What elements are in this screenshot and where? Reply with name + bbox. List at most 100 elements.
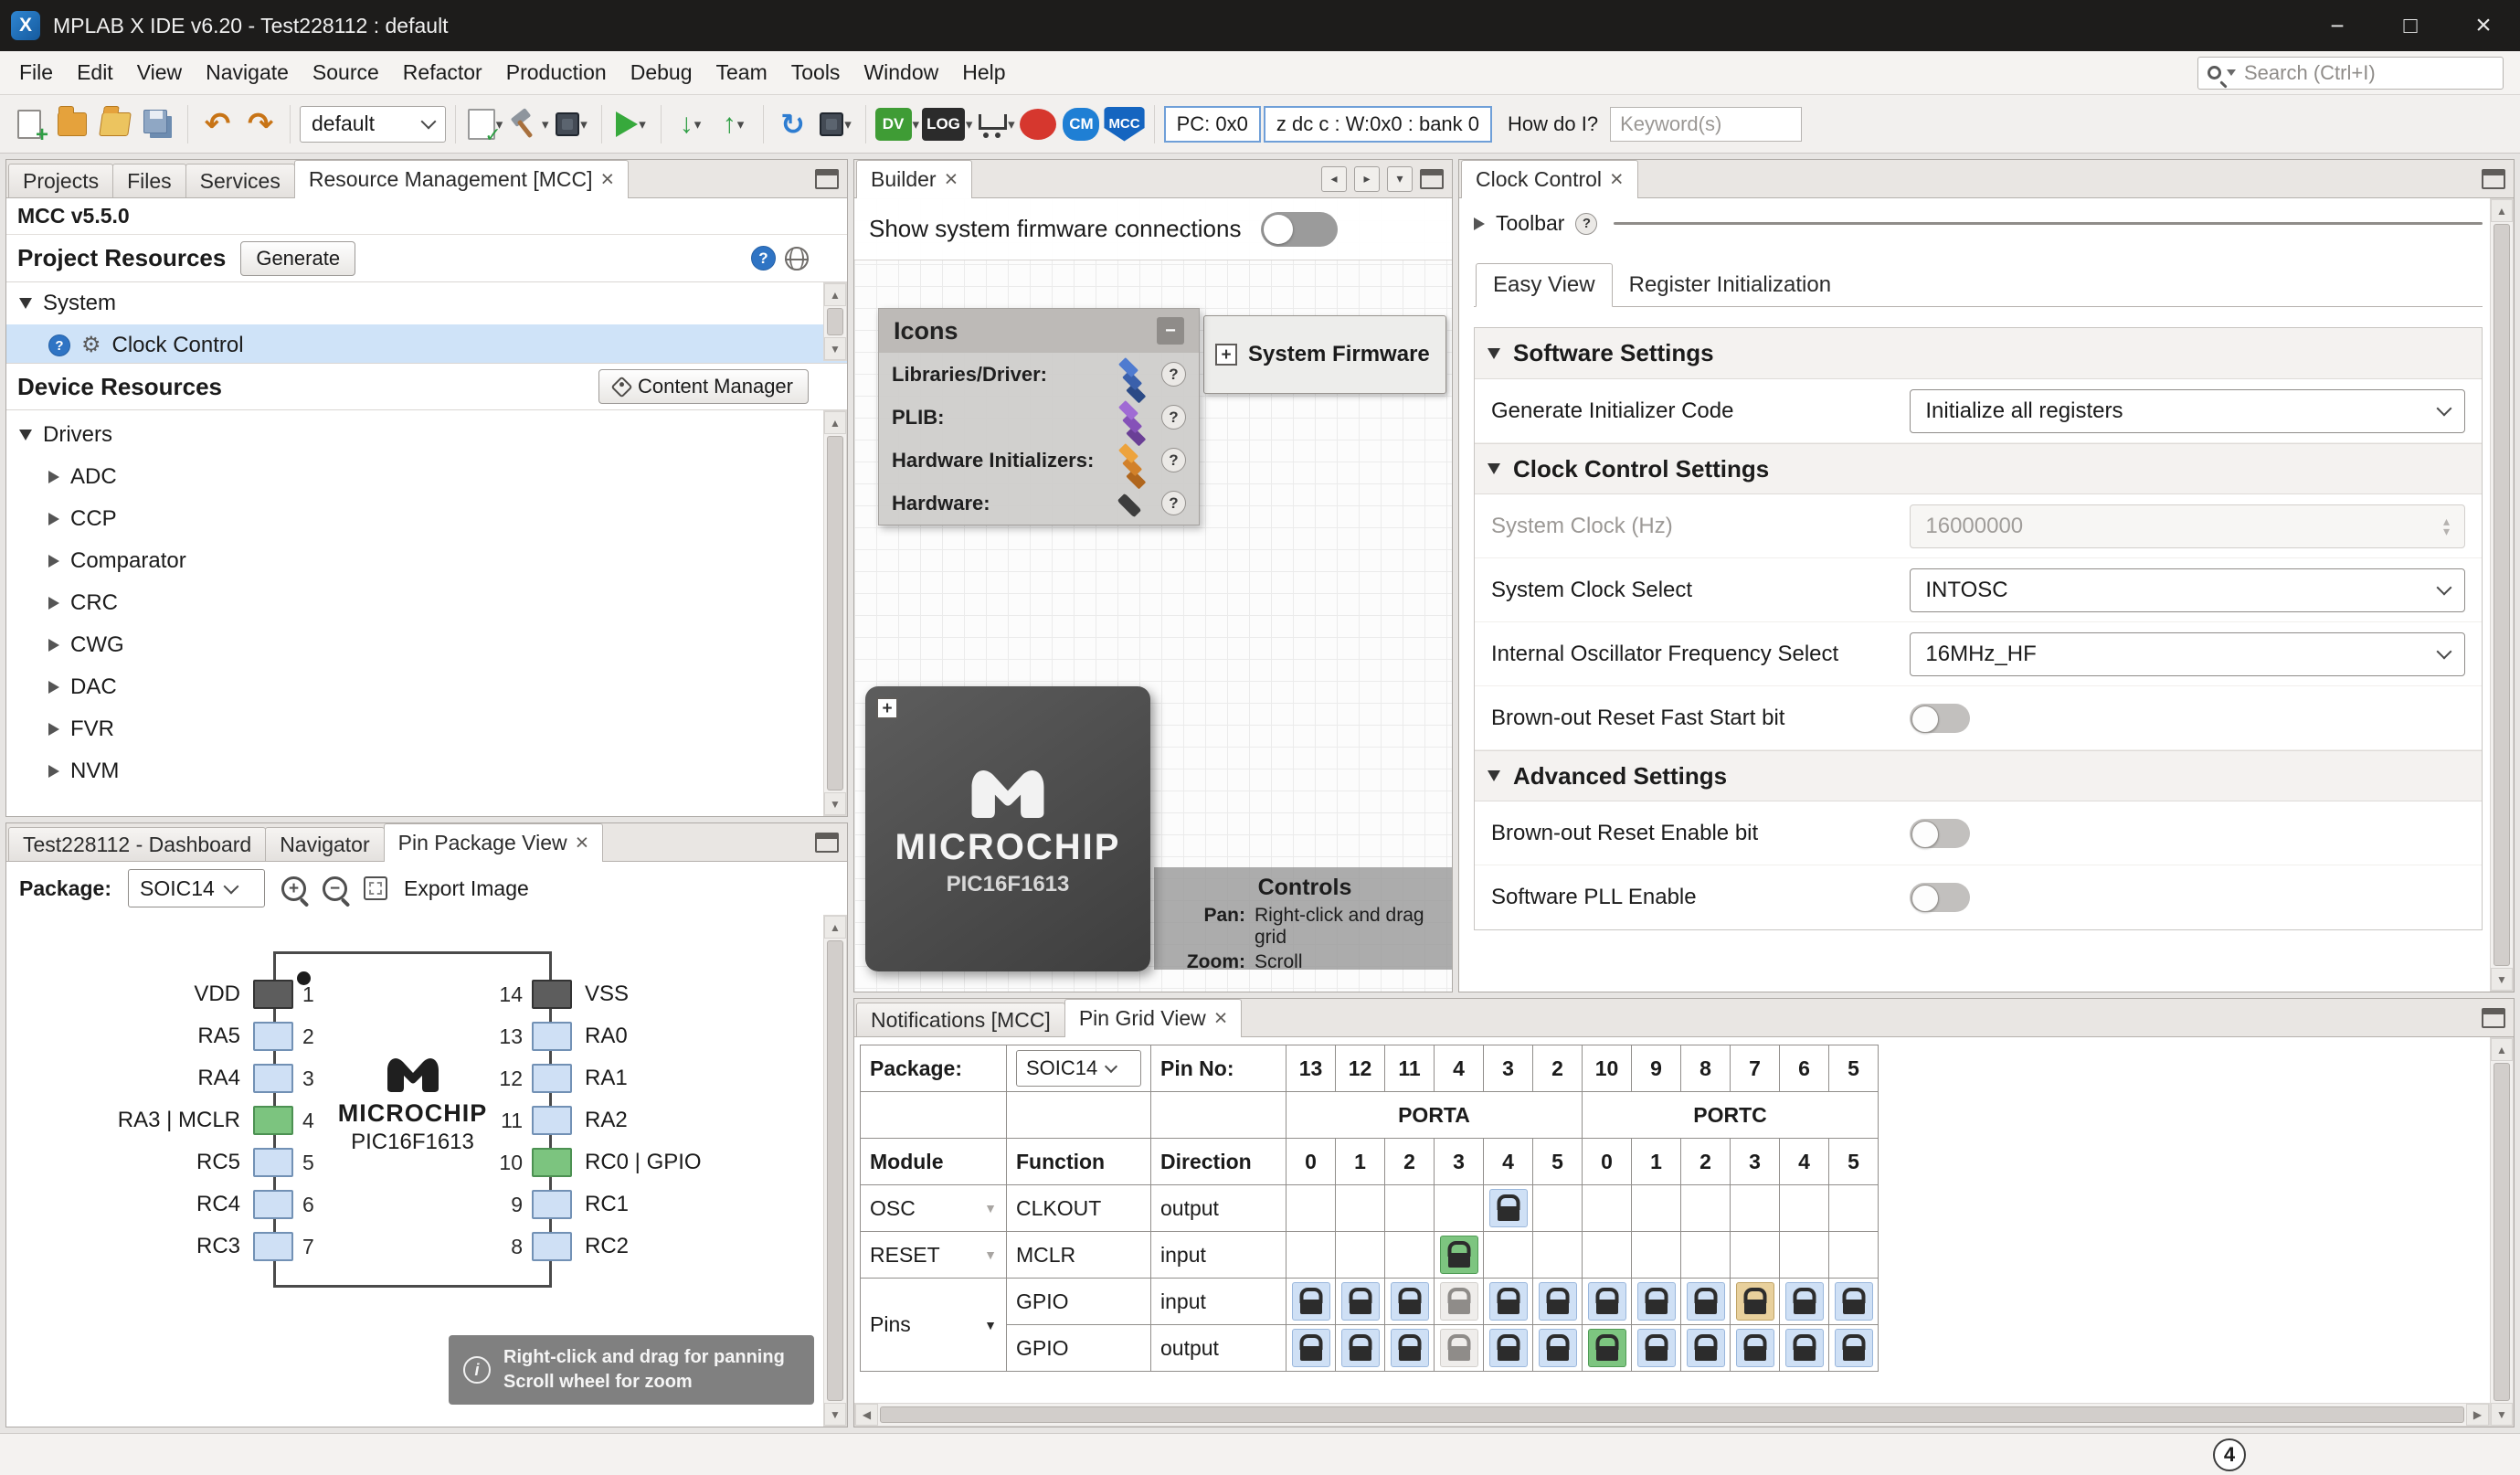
package-scrollbar[interactable]	[823, 915, 847, 1427]
lock-blue-icon[interactable]	[1785, 1282, 1824, 1321]
pin-allocation-cell[interactable]	[1780, 1279, 1829, 1325]
logic-analyzer-button[interactable]: LOG	[922, 104, 972, 144]
menu-file[interactable]: File	[7, 56, 65, 90]
lock-blue-icon[interactable]	[1391, 1329, 1429, 1367]
mplab-store-button[interactable]	[975, 104, 1015, 144]
tab-projects[interactable]: Projects	[8, 164, 113, 197]
content-manager-button[interactable]: Content Manager	[598, 369, 809, 404]
system-clock-select[interactable]: INTOSC	[1910, 568, 2465, 612]
package-pin-5[interactable]	[253, 1148, 293, 1177]
pin-allocation-cell[interactable]	[1681, 1325, 1731, 1372]
menu-team[interactable]: Team	[704, 56, 778, 90]
collapsed-icon[interactable]	[1474, 218, 1485, 230]
redo-button[interactable]	[240, 104, 281, 144]
package-pin-7[interactable]	[253, 1232, 293, 1261]
pin-allocation-cell[interactable]	[1533, 1279, 1583, 1325]
lock-blue-icon[interactable]	[1292, 1282, 1330, 1321]
chevron-down-icon[interactable]	[984, 1248, 997, 1261]
pin-allocation-cell[interactable]	[1385, 1279, 1435, 1325]
generate-button[interactable]: Generate	[240, 241, 355, 276]
float-window-icon[interactable]	[815, 169, 839, 189]
package-pin-12[interactable]	[532, 1064, 572, 1093]
pin-allocation-cell[interactable]	[1286, 1279, 1336, 1325]
section-software-settings[interactable]: Software Settings	[1475, 328, 2482, 379]
scroll-left-icon[interactable]	[855, 1404, 878, 1426]
scroll-up-icon[interactable]	[2491, 199, 2513, 222]
minimize-button[interactable]	[2301, 0, 2374, 51]
package-pin-6[interactable]	[253, 1190, 293, 1219]
scroll-thumb[interactable]	[880, 1406, 2464, 1423]
pin-allocation-cell[interactable]	[1435, 1279, 1484, 1325]
pin-allocation-cell[interactable]	[1435, 1232, 1484, 1279]
pin-allocation-cell[interactable]	[1336, 1325, 1385, 1372]
close-tab-icon[interactable]	[600, 167, 614, 192]
section-clock-control-settings[interactable]: Clock Control Settings	[1475, 443, 2482, 494]
help-icon[interactable]	[751, 246, 776, 271]
menu-navigate[interactable]: Navigate	[194, 56, 301, 90]
scroll-thumb[interactable]	[827, 308, 843, 335]
internal-oscillator-select[interactable]: 16MHz_HF	[1910, 632, 2465, 676]
read-device-memory-button[interactable]	[816, 104, 856, 144]
lock-blue-icon[interactable]	[1489, 1329, 1528, 1367]
scroll-up-icon[interactable]	[824, 916, 846, 939]
tree-node-dac[interactable]: DAC	[6, 666, 847, 708]
export-image-button[interactable]: Export Image	[404, 876, 529, 901]
package-pin-10[interactable]	[532, 1148, 572, 1177]
scroll-right-icon[interactable]	[2466, 1404, 2489, 1426]
run-project-button[interactable]	[611, 104, 651, 144]
debug-project-button[interactable]	[671, 104, 711, 144]
search-box[interactable]	[2197, 57, 2504, 90]
tab-resource-management[interactable]: Resource Management [MCC]	[294, 160, 629, 198]
lock-blue-icon[interactable]	[1637, 1282, 1676, 1321]
scroll-down-icon[interactable]	[824, 1403, 846, 1426]
tab-register-initialization[interactable]: Register Initialization	[1613, 264, 1848, 306]
fit-to-view-icon[interactable]	[364, 876, 387, 900]
float-window-icon[interactable]	[815, 833, 839, 853]
program-device-button[interactable]	[552, 104, 592, 144]
maximize-window-icon[interactable]	[1420, 169, 1444, 189]
pin-allocation-cell[interactable]	[1385, 1325, 1435, 1372]
tab-services[interactable]: Services	[185, 164, 295, 197]
close-tab-icon[interactable]	[576, 831, 589, 855]
lock-blue-icon[interactable]	[1292, 1329, 1330, 1367]
pin-allocation-cell[interactable]	[1681, 1279, 1731, 1325]
lock-blue-icon[interactable]	[1539, 1329, 1577, 1367]
module-cell-reset[interactable]: RESET	[861, 1232, 1007, 1279]
build-project-button[interactable]	[465, 104, 505, 144]
zoom-out-icon[interactable]	[323, 876, 347, 901]
menu-view[interactable]: View	[125, 56, 194, 90]
mplab-discover-button[interactable]	[1018, 104, 1058, 144]
tab-notifications[interactable]: Notifications [MCC]	[856, 1003, 1065, 1036]
module-cell-pins[interactable]: Pins	[861, 1279, 1007, 1372]
scroll-up-icon[interactable]	[2491, 1038, 2513, 1061]
float-window-icon[interactable]	[2482, 1008, 2505, 1028]
pin-allocation-cell[interactable]	[1632, 1279, 1681, 1325]
lock-green-icon[interactable]	[1440, 1236, 1478, 1274]
close-tab-icon[interactable]	[945, 167, 958, 192]
tree-node-cwg[interactable]: CWG	[6, 624, 847, 666]
info-icon[interactable]	[1575, 213, 1597, 235]
tab-clock-control[interactable]: Clock Control	[1461, 160, 1638, 198]
tab-builder[interactable]: Builder	[856, 160, 972, 198]
menu-window[interactable]: Window	[852, 56, 950, 90]
menu-debug[interactable]: Debug	[619, 56, 704, 90]
help-icon[interactable]	[1161, 362, 1186, 387]
clean-build-button[interactable]	[508, 104, 549, 144]
minimize-legend-icon[interactable]	[1157, 317, 1184, 345]
scroll-thumb[interactable]	[827, 436, 843, 791]
lock-green-icon[interactable]	[1588, 1329, 1626, 1367]
zoom-in-icon[interactable]	[281, 876, 306, 901]
lock-blue-icon[interactable]	[1588, 1282, 1626, 1321]
new-file-button[interactable]	[9, 104, 49, 144]
system-firmware-node[interactable]: System Firmware	[1203, 315, 1446, 394]
tree-node-adc[interactable]: ADC	[6, 456, 847, 498]
pin-allocation-cell[interactable]	[1484, 1185, 1533, 1232]
save-all-button[interactable]	[138, 104, 178, 144]
notifications-badge[interactable]: 4	[2213, 1438, 2246, 1471]
package-select[interactable]: SOIC14	[128, 869, 265, 907]
lock-blue-icon[interactable]	[1341, 1329, 1380, 1367]
keyword-input[interactable]	[1610, 107, 1802, 142]
scroll-up-icon[interactable]	[824, 283, 846, 306]
lock-blue-icon[interactable]	[1489, 1189, 1528, 1227]
new-project-button[interactable]	[52, 104, 92, 144]
